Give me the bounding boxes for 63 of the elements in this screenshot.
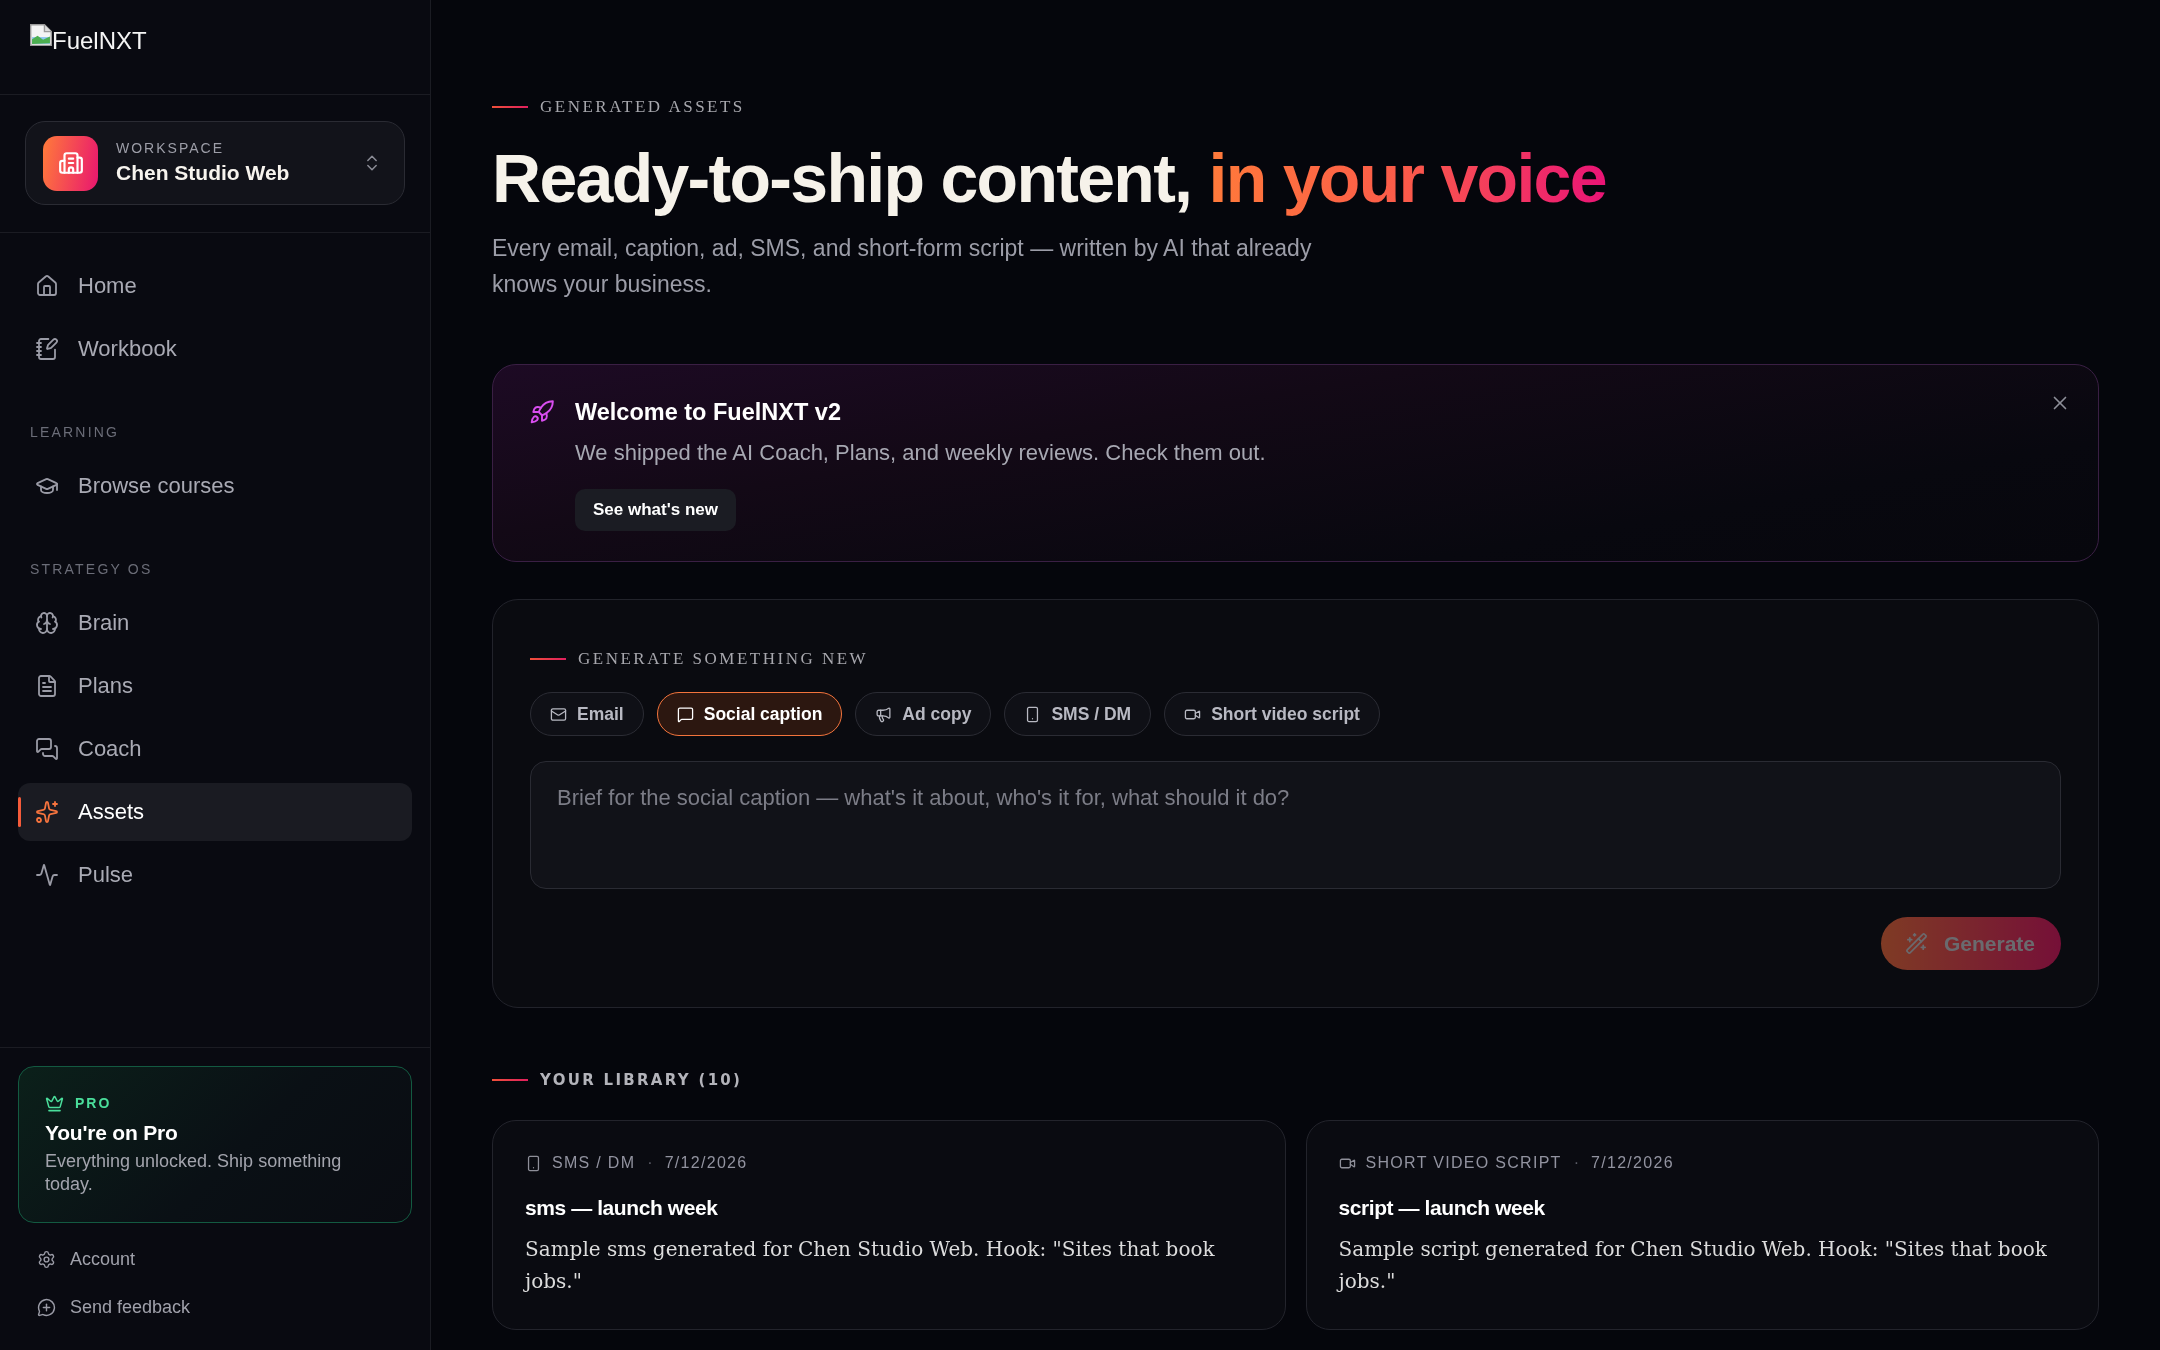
workspace-label: WORKSPACE (116, 139, 225, 157)
page-subtitle: Every email, caption, ad, SMS, and short-form script — written by AI that already knows your business. (492, 234, 1313, 299)
nav-item[interactable]: Plans (18, 657, 412, 715)
nav-section-heading: STRATEGY OS (29, 560, 154, 579)
whats-new-button[interactable]: See what's new (575, 489, 736, 531)
chat-plus-icon (37, 1297, 56, 1317)
megaphone-icon (875, 705, 893, 723)
phone-icon (525, 1154, 542, 1172)
rocket-icon (529, 399, 555, 425)
magic-wand-icon (1904, 932, 1928, 955)
announcement-text: We shipped the AI Coach, Plans, and weekly reviews. Check them out. (575, 439, 1266, 467)
page-heading: Ready-to-ship content, in your voice (492, 141, 1606, 216)
sidebar-link[interactable]: Account (18, 1239, 142, 1279)
asset-excerpt: Sample script generated for Chen Studio Web. Hook: "Sites that book jobs." (1338, 1236, 2048, 1295)
type-chip[interactable]: Short video script (1164, 692, 1380, 736)
nav-item[interactable]: Pulse (18, 846, 412, 904)
asset-title: sms — launch week (525, 1195, 718, 1221)
asset-date: 7/12/2026 (1591, 1153, 1674, 1173)
plan-label: PRO (75, 1094, 112, 1113)
nav-item[interactable]: Brain (18, 594, 412, 652)
home-icon (35, 274, 59, 298)
meta-separator: · (646, 1153, 654, 1173)
library-heading: YOUR LIBRARY (10) (540, 1070, 743, 1091)
asset-card[interactable]: SMS / DM · 7/12/2026 sms — launch week Sample sms generated for Chen Studio Web. Hook: "Sites that book jobs." (492, 1120, 1286, 1330)
plan-title: You're on Pro (45, 1120, 179, 1146)
type-chip[interactable]: Ad copy (855, 692, 992, 736)
type-chip[interactable]: Social caption (656, 692, 843, 736)
asset-type: SHORT VIDEO SCRIPT (1365, 1153, 1562, 1173)
nav-section-heading: LEARNING (29, 423, 121, 442)
document-icon (35, 674, 59, 698)
logo-text[interactable]: FuelNXT (52, 27, 147, 55)
section-eyebrow: GENERATE SOMETHING NEW (578, 648, 869, 670)
plan-description: Everything unlocked. Ship something today. (45, 1150, 343, 1196)
asset-card[interactable]: SHORT VIDEO SCRIPT · 7/12/2026 script — launch week Sample script generated for Chen Studio Web. Hook: "Sites that book jobs." (1305, 1120, 2099, 1330)
workspace-switcher[interactable]: WORKSPACE Chen Studio Web (25, 121, 405, 205)
sparkles-icon (35, 800, 59, 824)
building-icon (43, 135, 98, 191)
asset-date: 7/12/2026 (664, 1153, 748, 1173)
broken-image-icon (30, 24, 52, 46)
crown-icon (45, 1093, 64, 1113)
section-eyebrow: GENERATED ASSETS (540, 96, 745, 118)
brain-icon (35, 611, 59, 635)
nav-item[interactable]: Browse courses (18, 457, 412, 515)
settings-icon (37, 1249, 56, 1269)
sidebar-link[interactable]: Send feedback (18, 1287, 197, 1327)
asset-excerpt: Sample sms generated for Chen Studio Web. Hook: "Sites that book jobs." (525, 1236, 1216, 1295)
speech-bubble-icon (676, 705, 694, 723)
chat-bubbles-icon (35, 737, 59, 761)
pulse-line-icon (35, 863, 59, 887)
type-chip[interactable]: SMS / DM (1004, 692, 1152, 736)
type-chip[interactable]: Email (530, 692, 644, 736)
announcement-title: Welcome to FuelNXT v2 (575, 398, 841, 427)
meta-separator: · (1572, 1153, 1580, 1173)
nav-item[interactable]: Assets (18, 783, 412, 841)
nav-item[interactable]: Home (18, 257, 412, 315)
brief-field[interactable]: Brief for the social caption — what's it about, who's it for, what should it do? (530, 761, 2061, 889)
notebook-pen-icon (35, 337, 59, 361)
asset-type: SMS / DM (552, 1153, 636, 1173)
workspace-name: Chen Studio Web (116, 160, 291, 186)
asset-title: script — launch week (1338, 1195, 1545, 1221)
mail-icon (550, 705, 567, 723)
nav-item[interactable]: Coach (18, 720, 412, 778)
nav-item[interactable]: Workbook (18, 320, 412, 378)
